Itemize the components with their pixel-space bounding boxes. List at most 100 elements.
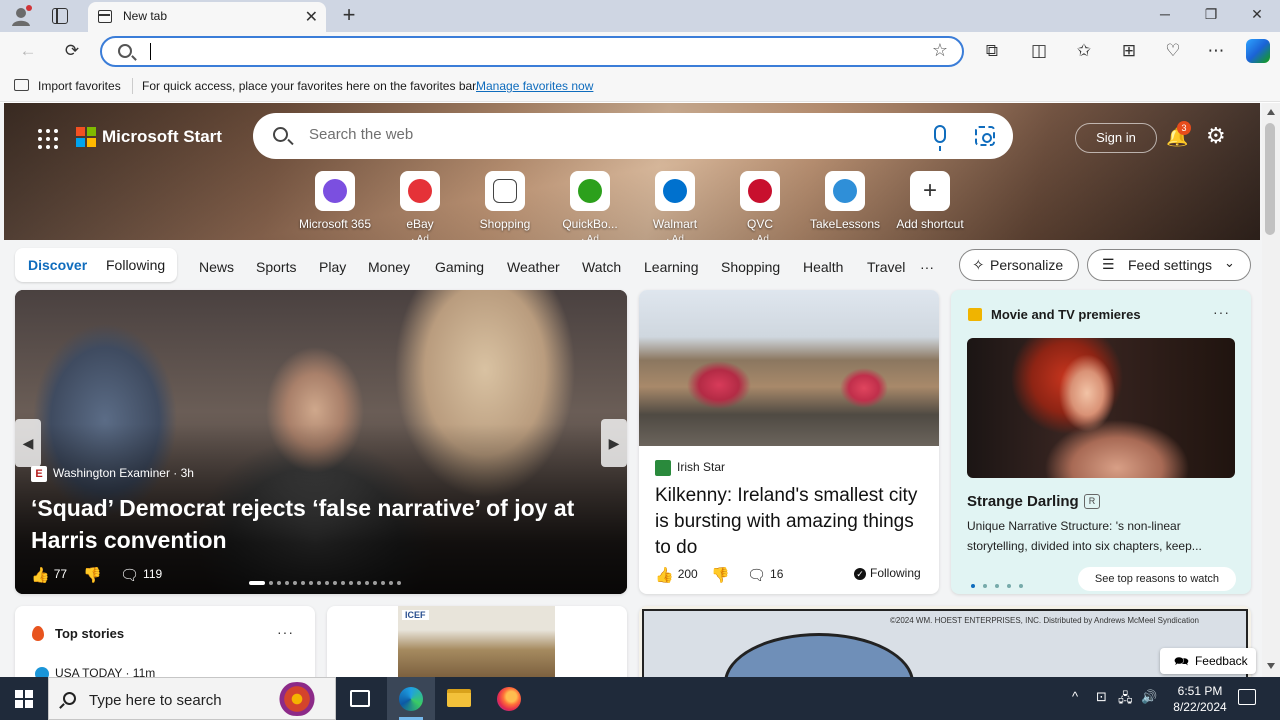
windows-start-icon[interactable] (15, 690, 33, 708)
carousel-dot[interactable] (309, 580, 313, 585)
following-status[interactable]: ✓ Following (854, 566, 921, 580)
shortcut-tile[interactable]: QuickBo... · Ad (547, 171, 633, 245)
carousel-next-button[interactable]: ▶ (601, 419, 627, 467)
carousel-dot[interactable] (397, 580, 401, 585)
feedback-button[interactable]: 🗪 Feedback (1160, 648, 1256, 674)
nav-sports[interactable]: Sports (256, 259, 296, 275)
restore-button[interactable]: ❐ (1188, 6, 1234, 23)
like-button[interactable]: 👍 200 (655, 566, 698, 584)
sign-in-button[interactable]: Sign in (1075, 123, 1157, 153)
carousel-dot[interactable] (249, 580, 265, 585)
nav-health[interactable]: Health (803, 259, 843, 275)
new-tab-button[interactable]: + (338, 2, 360, 28)
browser-essentials-icon[interactable]: ♡ (1161, 40, 1185, 62)
system-clock[interactable]: 6:51 PM 8/22/2024 (1160, 683, 1240, 715)
visual-search-icon[interactable] (975, 126, 995, 146)
tab-following[interactable]: Following (106, 257, 165, 273)
collections-icon[interactable]: ⊞ (1117, 40, 1141, 62)
carousel-dot[interactable] (381, 580, 385, 585)
address-bar[interactable]: ☆ (100, 36, 964, 67)
firefox-taskbar-button[interactable] (485, 677, 533, 720)
copilot-icon[interactable] (1246, 39, 1270, 63)
web-search-input[interactable] (309, 126, 909, 143)
split-screen-icon[interactable]: ◫ (1027, 40, 1051, 62)
minimize-button[interactable]: ─ (1142, 6, 1188, 22)
nav-shopping[interactable]: Shopping (721, 259, 780, 275)
back-icon[interactable]: ← (16, 40, 40, 62)
movie-premieres-card[interactable]: Movie and TV premieres ··· Strange Darli… (951, 290, 1251, 594)
card-more-icon[interactable]: ··· (1213, 304, 1230, 320)
microphone-icon[interactable] (934, 125, 946, 151)
scroll-down-arrow[interactable] (1267, 663, 1275, 669)
carousel-dot[interactable] (1007, 584, 1011, 588)
more-categories-icon[interactable]: ··· (920, 259, 934, 275)
close-window-button[interactable]: ✕ (1234, 6, 1280, 23)
shortcut-tile[interactable]: eBay · Ad (377, 171, 463, 245)
carousel-dot[interactable] (971, 584, 975, 588)
nav-play[interactable]: Play (319, 259, 346, 275)
like-button[interactable]: 👍 77 (31, 566, 67, 584)
app-launcher-icon[interactable] (38, 129, 58, 149)
carousel-dot[interactable] (285, 580, 289, 585)
hero-story-card[interactable]: ◀ ▶ E Washington Examiner · 3h ‘Squad’ De… (15, 290, 627, 594)
network-icon[interactable]: 🖧 (1118, 689, 1133, 711)
favorites-icon[interactable]: ✩ (1072, 40, 1096, 62)
carousel-dot[interactable] (341, 580, 345, 585)
carousel-dot[interactable] (301, 580, 305, 585)
comments-button[interactable]: 🗨 119 (120, 566, 162, 584)
carousel-dot[interactable] (333, 580, 337, 585)
carousel-dot[interactable] (389, 580, 393, 585)
feed-settings-button[interactable]: ☰ Feed settings ⌄ (1087, 249, 1251, 281)
carousel-dot[interactable] (1019, 584, 1023, 588)
shortcut-tile[interactable]: Shopping (462, 171, 548, 231)
dislike-button[interactable]: 👎 (711, 566, 734, 584)
address-input[interactable] (148, 42, 908, 62)
carousel-dot[interactable] (277, 580, 281, 585)
shortcut-tile[interactable]: Walmart · Ad (632, 171, 718, 245)
movie-title[interactable]: Strange Darling (967, 493, 1079, 510)
carousel-prev-button[interactable]: ◀ (15, 419, 41, 467)
story-card[interactable]: ICEF (327, 606, 627, 677)
notification-center-icon[interactable] (1238, 689, 1256, 705)
scroll-up-arrow[interactable] (1267, 109, 1275, 115)
taskbar-search-box[interactable]: Type here to search (48, 677, 336, 720)
carousel-dot[interactable] (349, 580, 353, 585)
nav-watch[interactable]: Watch (582, 259, 621, 275)
task-view-button[interactable] (336, 677, 384, 720)
shortcut-tile[interactable]: TakeLessons (802, 171, 888, 231)
dislike-button[interactable]: 👎 (83, 566, 106, 584)
refresh-icon[interactable]: ⟳ (60, 40, 84, 62)
story-headline[interactable]: Kilkenny: Ireland's smallest city is bur… (655, 483, 927, 561)
story-headline[interactable]: ‘Squad’ Democrat rejects ‘false narrativ… (31, 492, 611, 556)
carousel-dot[interactable] (269, 580, 273, 585)
nav-money[interactable]: Money (368, 259, 410, 275)
show-hidden-icons-chevron-icon[interactable]: ^ (1072, 689, 1078, 704)
carousel-dot[interactable] (357, 580, 361, 585)
tab-new-tab[interactable]: New tab ✕ (88, 2, 326, 32)
favorite-star-icon[interactable]: ☆ (932, 40, 948, 61)
story-card[interactable]: Irish Star Kilkenny: Ireland's smallest … (639, 290, 939, 594)
carousel-dot[interactable] (325, 580, 329, 585)
import-favorites-button[interactable]: Import favorites (38, 79, 121, 93)
carousel-dot[interactable] (983, 584, 987, 588)
profile-icon[interactable] (10, 5, 32, 27)
nav-weather[interactable]: Weather (507, 259, 560, 275)
shortcut-tile[interactable]: QVC · Ad (717, 171, 803, 245)
carousel-dot[interactable] (317, 580, 321, 585)
extensions-icon[interactable]: ⧉ (980, 40, 1004, 62)
shortcut-tile[interactable]: Microsoft 365 (292, 171, 378, 231)
shortcut-tile[interactable]: + Add shortcut (887, 171, 973, 231)
nav-learning[interactable]: Learning (644, 259, 699, 275)
card-more-icon[interactable]: ··· (277, 624, 294, 640)
scroll-thumb[interactable] (1265, 123, 1275, 235)
tab-actions-icon[interactable] (52, 8, 68, 24)
nav-news[interactable]: News (199, 259, 234, 275)
vertical-scrollbar[interactable] (1262, 103, 1280, 677)
tab-discover[interactable]: Discover (28, 257, 87, 273)
nav-gaming[interactable]: Gaming (435, 259, 484, 275)
carousel-dot[interactable] (373, 580, 377, 585)
search-highlight-icon[interactable] (275, 682, 319, 716)
carousel-dot[interactable] (293, 580, 297, 585)
nav-travel[interactable]: Travel (867, 259, 905, 275)
comments-button[interactable]: 🗨 16 (747, 566, 783, 584)
